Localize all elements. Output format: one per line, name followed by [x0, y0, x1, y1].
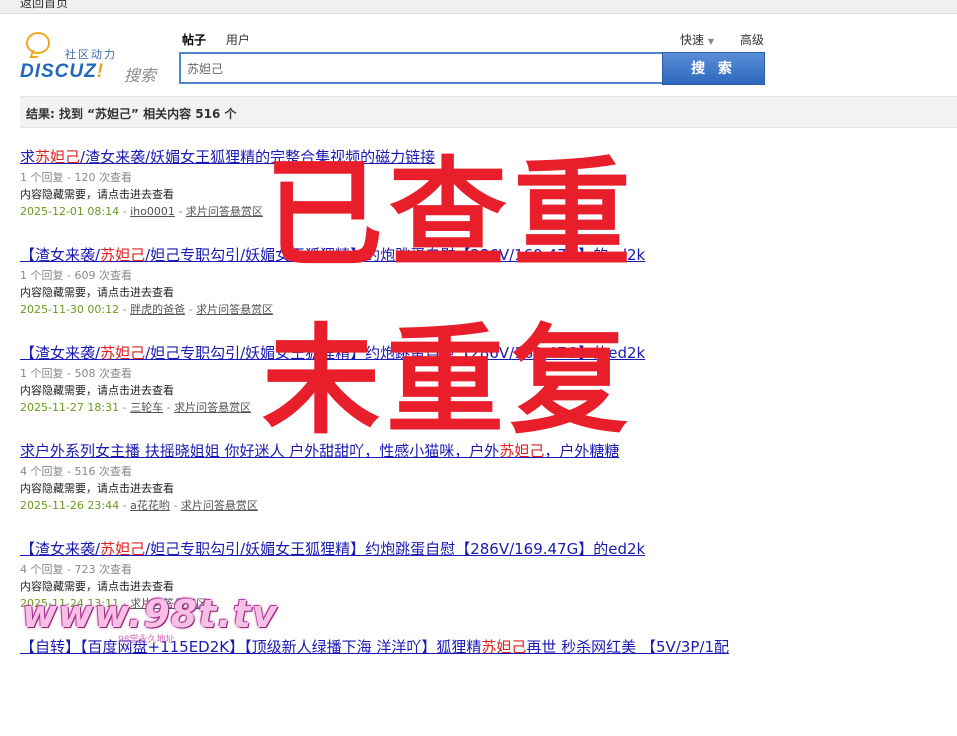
result-date: 2025-11-30 00:12 [20, 303, 120, 316]
logo-brand-main: DISCUZ [20, 61, 97, 82]
speech-bubble-icon [26, 32, 50, 54]
watermark: www.98t.tv 98堂永久地址 [22, 592, 277, 645]
quick-dropdown[interactable]: 快速 ▼ [680, 33, 714, 47]
logo-community-text: 社区动力 [65, 48, 117, 61]
result-author[interactable]: iho0001 [130, 205, 175, 218]
logo-brand: DISCUZ! [20, 61, 104, 83]
discuz-logo[interactable]: 社区动力 DISCUZ! 搜索 [20, 28, 165, 85]
search-input[interactable] [181, 54, 663, 82]
result-forum[interactable]: 求片问答悬赏区 [186, 205, 263, 218]
overlay-stamp-checked: 已查重 [265, 145, 638, 283]
chevron-down-icon: ▼ [707, 37, 714, 46]
result-forum[interactable]: 求片问答悬赏区 [174, 401, 251, 414]
result-author[interactable]: 胖虎的爸爸 [130, 303, 185, 316]
search-options: 快速 ▼ 高级 [680, 31, 764, 48]
advanced-link[interactable]: 高级 [740, 33, 764, 47]
tab-posts[interactable]: 帖子 [182, 31, 206, 48]
result-author[interactable]: a花花哟 [130, 499, 170, 512]
result-stats: 4 个回复 - 723 次查看 [20, 563, 132, 576]
logo-brand-excl: ! [96, 61, 105, 82]
watermark-main: www.98t.tv [22, 592, 278, 636]
results-summary: 结果: 找到 “苏妲己” 相关内容 516 个 [26, 107, 237, 121]
result-stats: 4 个回复 - 516 次查看 [20, 465, 132, 478]
result-author[interactable]: 三轮车 [130, 401, 163, 414]
result-item: 【自转】【百度网盘+115ED2K】【顶级新人绿播下海 洋洋吖】狐狸精苏妲己再世… [20, 638, 950, 736]
result-forum[interactable]: 求片问答悬赏区 [181, 499, 258, 512]
search-box [179, 52, 664, 84]
search-type-tabs: 帖子 用户 [182, 31, 266, 48]
overlay-stamp-not-duplicate: 未重复 [262, 312, 635, 450]
result-hidden-notice: 内容隐藏需要，请点击进去查看 [20, 482, 174, 495]
logo-search-word: 搜索 [124, 66, 157, 85]
quick-label: 快速 [680, 33, 705, 47]
watermark-sub: 98堂永久地址 [118, 635, 175, 645]
result-info: 2025-11-26 23:44 - a花花哟 - 求片问答悬赏区 [20, 499, 258, 512]
back-home-link[interactable]: 返回首页 [20, 0, 68, 11]
result-date: 2025-12-01 08:14 [20, 205, 120, 218]
result-hidden-notice: 内容隐藏需要，请点击进去查看 [20, 286, 174, 299]
top-bar: 返回首页 [0, 0, 957, 14]
results-summary-bar: 结果: 找到 “苏妲己” 相关内容 516 个 [20, 96, 957, 128]
result-item: 求户外系列女主播 扶摇晓姐姐 你好迷人 户外甜甜吖，性感小猫咪，户外苏妲己，户外… [20, 442, 950, 540]
search-button[interactable]: 搜 索 [662, 52, 765, 85]
result-date: 2025-11-26 23:44 [20, 499, 120, 512]
result-title[interactable]: 【渣女来袭/苏妲己/妲己专职勾引/妖媚女王狐狸精】约炮跳蛋自慰【286V/169… [20, 540, 950, 558]
tab-users[interactable]: 用户 [226, 31, 250, 48]
result-date: 2025-11-27 18:31 [20, 401, 120, 414]
